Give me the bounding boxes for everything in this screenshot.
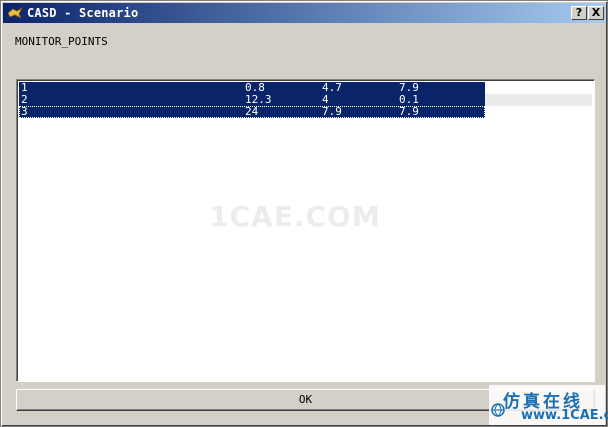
globe-icon — [491, 403, 505, 417]
app-icon — [7, 7, 23, 19]
list-item[interactable]: 3 24 7.9 7.9 — [19, 106, 485, 118]
watermark-text: 1CAE.COM — [209, 200, 381, 233]
cell-y: 7.9 — [322, 105, 342, 118]
close-button[interactable]: X — [588, 6, 604, 20]
cell-z: 7.9 — [399, 105, 419, 118]
section-label: MONITOR_POINTS — [15, 35, 108, 48]
dialog-window: CASD - Scenario ? X MONITOR_POINTS 1 0.8… — [0, 0, 608, 427]
row-stripe — [485, 94, 592, 106]
window-title: CASD - Scenario — [27, 6, 139, 20]
monitor-points-list[interactable]: 1 0.8 4.7 7.9 2 12.3 4 0.1 3 24 7.9 7.9 … — [16, 79, 595, 382]
cell-x: 24 — [245, 105, 259, 118]
brand-bottom-text: www.1CAE.com — [521, 408, 608, 423]
cell-id: 3 — [21, 105, 28, 118]
title-bar[interactable]: CASD - Scenario ? X — [3, 3, 605, 23]
brand-logo: 仿真在线 www.1CAE.com — [489, 385, 608, 425]
help-button[interactable]: ? — [571, 6, 587, 20]
